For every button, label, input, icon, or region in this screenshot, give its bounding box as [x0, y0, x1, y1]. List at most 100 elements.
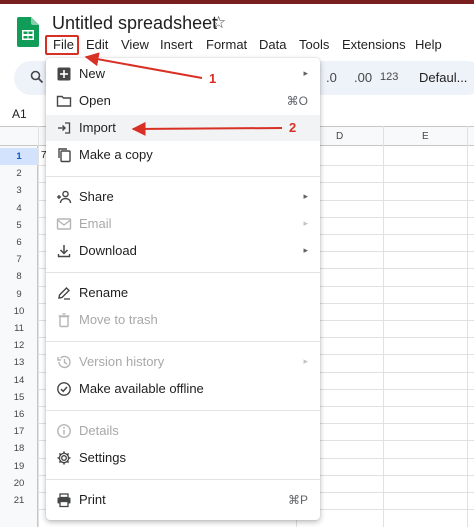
- annotation-label-2: 2: [289, 120, 297, 135]
- import-icon: [56, 120, 72, 136]
- file-menu-dropdown: New ▸ Open ⌘O Import Make a copy Share ▸…: [46, 58, 320, 520]
- row-header-6[interactable]: 6: [0, 234, 38, 251]
- number-format-button[interactable]: 123: [380, 71, 398, 83]
- menu-insert[interactable]: Insert: [160, 37, 193, 52]
- row-header-17[interactable]: 17: [0, 423, 38, 440]
- row-header-5[interactable]: 5: [0, 217, 38, 234]
- download-icon: [56, 243, 72, 259]
- menu-separator: [46, 272, 320, 273]
- row-header-10[interactable]: 10: [0, 303, 38, 320]
- file-menu-email[interactable]: Email ▸: [46, 211, 320, 237]
- row-header-19[interactable]: 19: [0, 458, 38, 475]
- file-menu-print[interactable]: Print ⌘P: [46, 487, 320, 513]
- row-header-18[interactable]: 18: [0, 440, 38, 457]
- menu-data[interactable]: Data: [259, 37, 286, 52]
- rename-pencil-icon: [56, 285, 72, 301]
- row-header-14[interactable]: 14: [0, 372, 38, 389]
- increase-decimal-button[interactable]: .00: [354, 70, 372, 85]
- row-header-3[interactable]: 3: [0, 182, 38, 199]
- grid-col-line: [383, 126, 384, 527]
- submenu-arrow-icon: ▸: [303, 356, 308, 366]
- copy-icon: [56, 147, 72, 163]
- trash-icon: [56, 312, 72, 328]
- row-header-15[interactable]: 15: [0, 389, 38, 406]
- file-menu-new-label: New: [79, 66, 106, 81]
- menu-tools[interactable]: Tools: [299, 37, 329, 52]
- file-menu-make-available-offline-label: Make available offline: [79, 381, 204, 396]
- file-menu-share-label: Share: [79, 189, 114, 204]
- file-menu-rename[interactable]: Rename: [46, 280, 320, 306]
- star-outline-icon[interactable]: ☆: [211, 13, 226, 33]
- submenu-arrow-icon: ▸: [303, 245, 308, 255]
- menu-separator: [46, 176, 320, 177]
- history-icon: [56, 354, 72, 370]
- row-header-4[interactable]: 4: [0, 200, 38, 217]
- menu-bar: File Edit View Insert Format Data Tools …: [46, 36, 474, 54]
- column-header-d[interactable]: D: [336, 131, 343, 142]
- menu-separator: [46, 479, 320, 480]
- email-icon: [56, 216, 72, 232]
- file-menu-make-available-offline[interactable]: Make available offline: [46, 376, 320, 402]
- file-menu-download[interactable]: Download ▸: [46, 238, 320, 264]
- gear-icon: [56, 450, 72, 466]
- submenu-arrow-icon: ▸: [303, 68, 308, 78]
- file-menu-print-shortcut: ⌘P: [287, 493, 308, 507]
- row-header-11[interactable]: 11: [0, 320, 38, 337]
- row-header-13[interactable]: 13: [0, 354, 38, 371]
- window-top-strip: [0, 0, 474, 4]
- menu-help[interactable]: Help: [415, 37, 442, 52]
- file-menu-import[interactable]: Import: [46, 115, 320, 141]
- file-menu-settings[interactable]: Settings: [46, 445, 320, 471]
- grid-col-line: [38, 126, 39, 527]
- font-select[interactable]: Defaul...: [419, 70, 467, 85]
- file-menu-print-label: Print: [79, 492, 106, 507]
- file-menu-make-a-copy[interactable]: Make a copy: [46, 142, 320, 168]
- menu-edit[interactable]: Edit: [86, 37, 108, 52]
- file-menu-download-label: Download: [79, 243, 137, 258]
- row-header-12[interactable]: 12: [0, 337, 38, 354]
- file-menu-move-to-trash[interactable]: Move to trash: [46, 307, 320, 333]
- file-menu-highlight-box: [45, 35, 79, 55]
- file-menu-version-history-label: Version history: [79, 354, 165, 369]
- name-box[interactable]: A1: [12, 107, 27, 121]
- file-menu-new[interactable]: New ▸: [46, 61, 320, 87]
- submenu-arrow-icon: ▸: [303, 191, 308, 201]
- new-plus-icon: [56, 66, 72, 82]
- offline-check-icon: [56, 381, 72, 397]
- file-menu-share[interactable]: Share ▸: [46, 184, 320, 210]
- file-menu-rename-label: Rename: [79, 285, 129, 300]
- file-menu-open-label: Open: [79, 93, 111, 108]
- menu-separator: [46, 410, 320, 411]
- row-header-21[interactable]: 21: [0, 492, 38, 509]
- menu-format[interactable]: Format: [206, 37, 247, 52]
- row-header-16[interactable]: 16: [0, 406, 38, 423]
- sheets-logo-icon[interactable]: [17, 17, 39, 47]
- row-header-9[interactable]: 9: [0, 286, 38, 303]
- annotation-label-1: 1: [209, 71, 217, 86]
- decrease-decimal-button[interactable]: .0: [326, 70, 337, 85]
- file-menu-details-label: Details: [79, 423, 119, 438]
- row-header-7[interactable]: 7: [0, 251, 38, 268]
- row-header-1[interactable]: 1: [0, 148, 38, 166]
- submenu-arrow-icon: ▸: [303, 218, 308, 228]
- file-menu-settings-label: Settings: [79, 450, 126, 465]
- info-icon: [56, 423, 72, 439]
- file-menu-move-to-trash-label: Move to trash: [79, 312, 158, 327]
- document-title[interactable]: Untitled spreadsheet: [52, 13, 217, 34]
- row-header-20[interactable]: 20: [0, 475, 38, 492]
- printer-icon: [56, 492, 72, 508]
- file-menu-version-history[interactable]: Version history ▸: [46, 349, 320, 375]
- row-header-8[interactable]: 8: [0, 268, 38, 285]
- search-icon[interactable]: [30, 70, 44, 87]
- person-add-icon: [56, 189, 72, 205]
- file-menu-open[interactable]: Open ⌘O: [46, 88, 320, 114]
- menu-view[interactable]: View: [121, 37, 149, 52]
- row-header-2[interactable]: 2: [0, 165, 38, 182]
- column-header-e[interactable]: E: [422, 131, 429, 142]
- file-menu-make-a-copy-label: Make a copy: [79, 147, 153, 162]
- file-menu-details[interactable]: Details: [46, 418, 320, 444]
- file-menu-import-label: Import: [79, 120, 116, 135]
- folder-icon: [56, 93, 72, 109]
- grid-col-line: [467, 126, 468, 527]
- menu-extensions[interactable]: Extensions: [342, 37, 406, 52]
